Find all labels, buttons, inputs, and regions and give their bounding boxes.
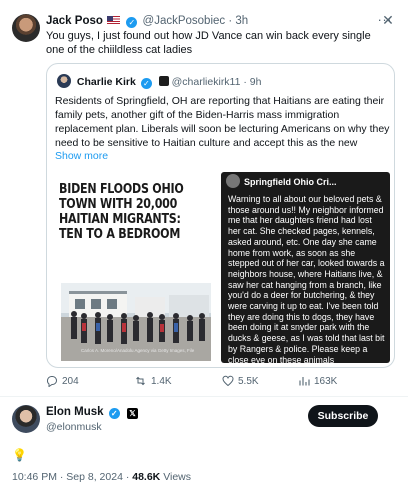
news-headline-image[interactable]: BIDEN FLOODS OHIO TOWN WITH 20,000 HAITI… [55,172,215,364]
tweet-time[interactable]: · 3h [228,15,248,27]
author-name[interactable]: Jack Poso [46,15,103,27]
repost-icon [136,376,145,386]
us-flag-icon [107,16,121,24]
group-header: Springfield Ohio Cri... [226,174,337,188]
photo-caption: Carlos A. Moreno/Anadolu Agency via Gett… [81,348,195,353]
heart-icon [222,375,234,387]
view-count: 163K [314,376,338,387]
quote-time: · 9h [243,76,262,88]
views-button[interactable]: 163K [298,375,337,387]
verified-badge-icon: ✓ [126,17,138,28]
tweet-card[interactable]: Jack Poso ✓ @JackPosobiec · 3h ··· ✕ You… [0,0,408,395]
quoted-tweet[interactable]: Charlie Kirk ✓ @charliekirk11 · 9h Resid… [46,63,395,368]
author-handle[interactable]: @JackPosobiec [143,15,226,27]
quote-author-handle[interactable]: @charliekirk11 [172,76,241,88]
reply-count: 204 [62,376,79,387]
facebook-post-screenshot[interactable]: Springfield Ohio Cri... Warning to all a… [221,172,390,363]
tweet-actions: 204 1.4K 5.5K 163K [46,375,396,391]
reply-tweet[interactable]: Elon Musk ✓ 𝕏 @elonmusk Subscribe 💡 10:4… [0,397,408,500]
reply-view-count: 48.6K [132,471,161,483]
quote-author-name[interactable]: Charlie Kirk [77,76,136,88]
avatar[interactable] [12,405,40,433]
repost-count: 1.4K [151,376,172,387]
reply-icon [46,376,57,388]
quote-text: Residents of Springfield, OH are reporti… [55,95,390,149]
repost-button[interactable]: 1.4K [134,375,172,387]
show-more-link[interactable]: Show more [55,150,108,162]
reply-author: Elon Musk ✓ 𝕏 [46,406,138,419]
analytics-icon [299,377,310,386]
close-icon[interactable]: ✕ [378,10,398,30]
reply-author-name[interactable]: Elon Musk [46,406,104,418]
lightbulb-emoji: 💡 [12,448,27,462]
headline-text: BIDEN FLOODS OHIO TOWN WITH 20,000 HAITI… [59,181,184,242]
like-button[interactable]: 5.5K [222,375,259,387]
affiliate-badge-icon [158,76,169,86]
reply-timestamp[interactable]: 10:46 PM · Sep 8, 2024 · [12,471,132,483]
x-affiliate-icon: 𝕏 [126,408,138,419]
reply-author-handle[interactable]: @elonmusk [46,421,102,433]
tweet-text: You guys, I just found out how JD Vance … [46,30,371,56]
avatar[interactable] [12,14,40,42]
quote-header: Charlie Kirk ✓ @charliekirk11 · 9h [57,74,261,89]
verified-badge-icon: ✓ [108,408,120,419]
tweet-header: Jack Poso ✓ @JackPosobiec · 3h [46,14,248,28]
views-label: Views [160,471,192,483]
post-text: Warning to all about our beloved pets & … [228,194,385,363]
verified-badge-icon: ✓ [140,78,152,89]
quote-avatar[interactable] [57,74,71,88]
reply-meta: 10:46 PM · Sep 8, 2024 · 48.6K Views [12,471,191,483]
group-avatar [226,174,240,188]
subscribe-button[interactable]: Subscribe [308,405,378,427]
like-count: 5.5K [238,376,259,387]
group-name: Springfield Ohio Cri... [244,177,337,187]
reply-button[interactable]: 204 [46,375,79,388]
